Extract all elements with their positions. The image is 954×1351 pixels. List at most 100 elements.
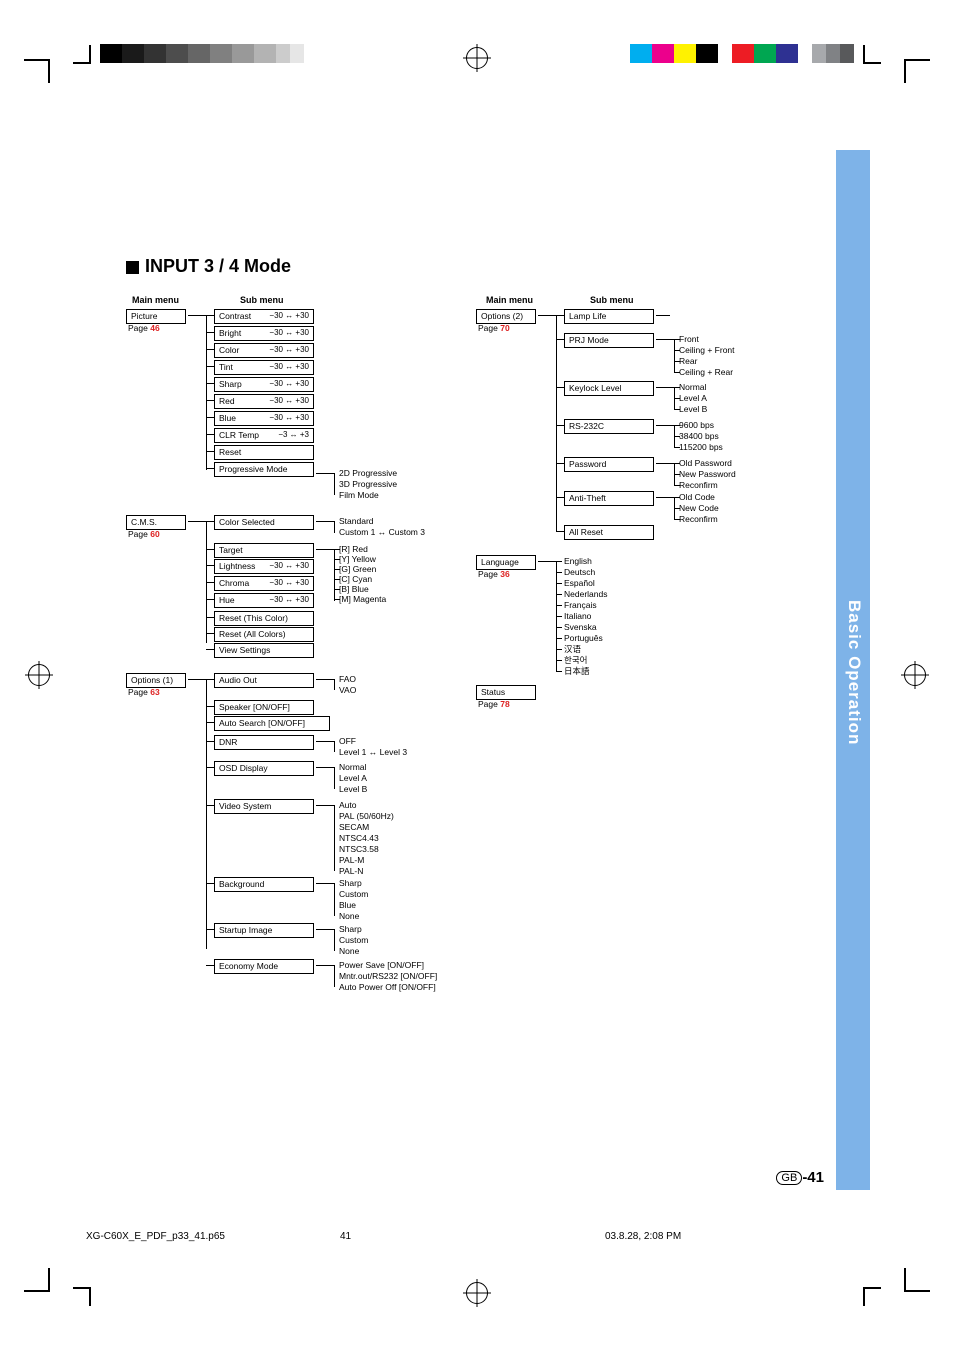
registration-mark-right [904, 664, 926, 686]
page-ref-options1: Page 63 [128, 687, 160, 698]
bg-leaf-1: Custom [339, 889, 368, 900]
picture-progressive-mode: Progressive Mode [214, 462, 314, 477]
keylock-leaves-2: Level B [679, 404, 707, 415]
opt1-osd: OSD Display [214, 761, 314, 776]
picture-reset: Reset [214, 445, 314, 460]
leaf-osd-a: Level A [339, 773, 367, 784]
prj-leaves-2: Rear [679, 356, 697, 367]
picture-red: Red−30 ↔ +30 [214, 394, 314, 409]
opt1-speaker: Speaker [ON/OFF] [214, 700, 314, 715]
header-main-left: Main menu [132, 295, 179, 307]
prj-leaves-1: Ceiling + Front [679, 345, 735, 356]
lang-leaf-6: Svenska [564, 622, 597, 633]
rs232-leaves-1: 38400 bps [679, 431, 719, 442]
header-sub-right: Sub menu [590, 295, 634, 307]
menu-options1: Options (1) [126, 673, 186, 688]
page-ref-cms: Page 60 [128, 529, 160, 540]
menu-status: Status [476, 685, 536, 700]
picture-tint: Tint−30 ↔ +30 [214, 360, 314, 375]
opt2-prj: PRJ Mode [564, 333, 654, 348]
opt2-all-reset: All Reset [564, 525, 654, 540]
at-leaves-2: Reconfirm [679, 514, 718, 525]
rs232-leaves-0: 9600 bps [679, 420, 714, 431]
picture-clr-temp: CLR Temp−3 ↔ +3 [214, 428, 314, 443]
opt2-lamp: Lamp Life [564, 309, 654, 324]
picture-bright: Bright−30 ↔ +30 [214, 326, 314, 341]
opt1-auto-search: Auto Search [ON/OFF] [214, 716, 330, 731]
leaf-3d-progressive: 3D Progressive [339, 479, 397, 490]
menu-cms: C.M.S. [126, 515, 186, 530]
at-leaves-1: New Code [679, 503, 719, 514]
prj-leaves-0: Front [679, 334, 699, 345]
footer-filename: XG-C60X_E_PDF_p33_41.p65 [86, 1231, 225, 1242]
section-tab-label: Basic Operation [844, 600, 864, 745]
lang-leaf-8: 汉语 [564, 644, 581, 655]
video-leaf-3: NTSC4.43 [339, 833, 379, 844]
leaf-custom: Custom 1 ↔ Custom 3 [339, 527, 425, 538]
picture-sharp: Sharp−30 ↔ +30 [214, 377, 314, 392]
keylock-leaves-1: Level A [679, 393, 707, 404]
header-main-right: Main menu [486, 295, 533, 307]
menu-language: Language [476, 555, 536, 570]
opt1-economy: Economy Mode [214, 959, 314, 974]
startup-leaf-2: None [339, 946, 359, 957]
lang-leaf-4: Français [564, 600, 597, 611]
opt2-antitheft: Anti-Theft [564, 491, 654, 506]
lang-leaf-3: Nederlands [564, 589, 607, 600]
leaf-osd-b: Level B [339, 784, 367, 795]
opt1-dnr: DNR [214, 735, 314, 750]
cms-view-settings: View Settings [214, 643, 314, 658]
leaf-osd-normal: Normal [339, 762, 366, 773]
video-leaf-2: SECAM [339, 822, 369, 833]
picture-color: Color−30 ↔ +30 [214, 343, 314, 358]
page-ref-language: Page 36 [478, 569, 510, 580]
pw-leaves-2: Reconfirm [679, 480, 718, 491]
target-leaf-5: [M] Magenta [339, 594, 386, 605]
opt1-audio-out: Audio Out [214, 673, 314, 688]
cms-target: Target [214, 543, 314, 558]
cms-hue: Hue−30 ↔ +30 [214, 593, 314, 608]
lang-leaf-1: Deutsch [564, 567, 595, 578]
opt2-password: Password [564, 457, 654, 472]
startup-leaf-0: Sharp [339, 924, 362, 935]
footer-page: 41 [340, 1231, 351, 1242]
leaf-vao: VAO [339, 685, 356, 696]
opt2-rs232: RS-232C [564, 419, 654, 434]
leaf-film-mode: Film Mode [339, 490, 379, 501]
opt1-startup: Startup Image [214, 923, 314, 938]
cms-reset-all: Reset (All Colors) [214, 627, 314, 642]
section-title: INPUT 3 / 4 Mode [126, 256, 846, 277]
leaf-dnr-level: Level 1 ↔ Level 3 [339, 747, 407, 758]
cms-reset-this: Reset (This Color) [214, 611, 314, 626]
leaf-2d-progressive: 2D Progressive [339, 468, 397, 479]
lang-leaf-5: Italiano [564, 611, 591, 622]
lang-leaf-9: 한국어 [564, 655, 587, 666]
video-leaf-0: Auto [339, 800, 357, 811]
opt1-background: Background [214, 877, 314, 892]
lang-leaf-7: Português [564, 633, 603, 644]
leaf-dnr-off: OFF [339, 736, 356, 747]
page-ref-picture: Page 46 [128, 323, 160, 334]
opt1-video-system: Video System [214, 799, 314, 814]
registration-mark-top [466, 47, 488, 69]
at-leaves-0: Old Code [679, 492, 715, 503]
startup-leaf-1: Custom [339, 935, 368, 946]
eco-leaf-1: Mntr.out/RS232 [ON/OFF] [339, 971, 437, 982]
leaf-fao: FAO [339, 674, 356, 685]
prj-leaves-3: Ceiling + Rear [679, 367, 733, 378]
cms-color-selected: Color Selected [214, 515, 314, 530]
lang-leaf-10: 日本語 [564, 666, 590, 677]
picture-blue: Blue−30 ↔ +30 [214, 411, 314, 426]
bg-leaf-0: Sharp [339, 878, 362, 889]
cms-lightness: Lightness−30 ↔ +30 [214, 559, 314, 574]
lang-leaf-2: Español [564, 578, 595, 589]
video-leaf-1: PAL (50/60Hz) [339, 811, 394, 822]
registration-mark-left [28, 664, 50, 686]
pw-leaves-0: Old Password [679, 458, 732, 469]
opt2-keylock: Keylock Level [564, 381, 654, 396]
page-number: GB-41 [776, 1169, 824, 1186]
page-ref-status: Page 78 [478, 699, 510, 710]
menu-options2: Options (2) [476, 309, 536, 324]
menu-picture: Picture [126, 309, 186, 324]
cms-chroma: Chroma−30 ↔ +30 [214, 576, 314, 591]
